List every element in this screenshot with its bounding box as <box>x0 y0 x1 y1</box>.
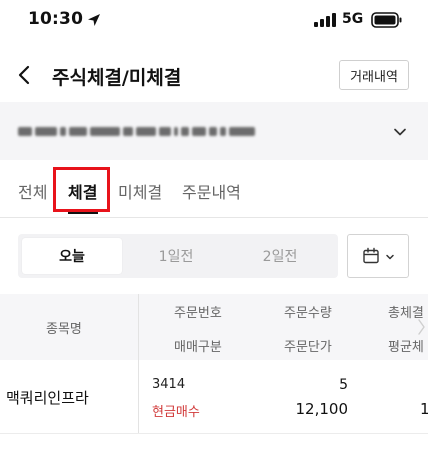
day-option-today[interactable]: 오늘 <box>22 238 122 274</box>
row-order-qty: 5 <box>339 377 348 393</box>
day-filter: 오늘 1일전 2일전 <box>18 234 338 278</box>
chevron-right-icon <box>418 319 425 335</box>
row-stock-name: 맥쿼리인프라 <box>6 389 89 407</box>
row-order-price: 12,100 <box>295 400 349 418</box>
row-filled-value: 1 <box>420 400 428 418</box>
page-title: 주식체결/미체결 <box>52 67 182 89</box>
masked-account-info <box>18 122 255 140</box>
nav-header: 주식체결/미체결 거래내역 <box>0 52 428 98</box>
row-trade-type: 현금매수 <box>152 405 200 420</box>
location-arrow-icon <box>88 14 100 26</box>
chevron-down-icon[interactable] <box>392 124 408 140</box>
calendar-button[interactable] <box>347 234 409 278</box>
calendar-icon <box>363 247 379 264</box>
tab-order-history[interactable]: 주문내역 <box>182 179 241 203</box>
chevron-down-icon <box>386 254 394 260</box>
cellular-signal-icon <box>314 13 336 27</box>
header-order-no: 주문번호 <box>174 306 222 321</box>
header-stock-name: 종목명 <box>46 322 82 337</box>
day-option-1-day-ago[interactable]: 1일전 <box>126 238 226 274</box>
active-tab-indicator <box>68 211 98 214</box>
header-avg-price: 평균체 <box>388 340 424 355</box>
back-chevron-icon[interactable] <box>14 62 36 88</box>
table-row[interactable]: 맥쿼리인프라 3414 현금매수 5 12,100 1 <box>0 360 428 434</box>
header-order-price: 주문단가 <box>284 340 332 355</box>
network-type: 5G <box>342 11 364 27</box>
header-trade-type: 매매구분 <box>174 340 222 355</box>
account-selector[interactable] <box>0 102 428 160</box>
table-header: 종목명 주문번호 매매구분 주문수량 주문단가 총체결 평균체 <box>0 294 428 360</box>
battery-icon <box>371 12 402 28</box>
day-option-2-days-ago[interactable]: 2일전 <box>230 238 330 274</box>
tab-bar: 전체 체결 미체결 주문내역 <box>0 164 428 218</box>
trade-history-button[interactable]: 거래내역 <box>339 60 409 90</box>
row-order-no: 3414 <box>152 377 186 392</box>
tab-all[interactable]: 전체 <box>18 179 47 203</box>
status-time: 10:30 <box>28 9 84 29</box>
status-bar: 10:30 5G <box>0 0 428 44</box>
tab-unfilled[interactable]: 미체결 <box>118 179 162 203</box>
tab-filled[interactable]: 체결 <box>68 179 97 203</box>
header-order-qty: 주문수량 <box>284 306 332 321</box>
